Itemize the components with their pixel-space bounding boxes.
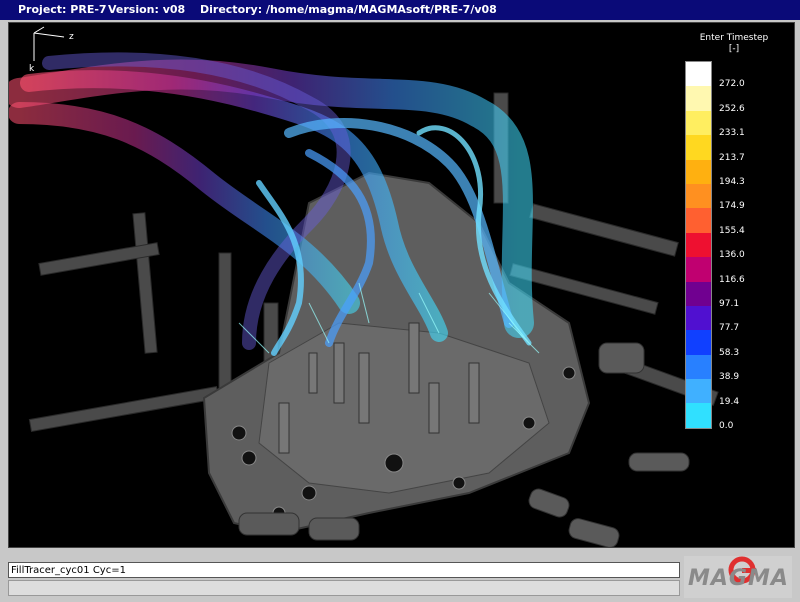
legend-swatch xyxy=(686,62,711,87)
legend-swatch xyxy=(686,208,711,233)
legend-tick-label: 58.3 xyxy=(719,347,740,358)
legend-tick-label: 194.3 xyxy=(719,177,745,187)
axis-label-y: k xyxy=(29,64,35,73)
legend-swatch xyxy=(686,110,711,136)
legend-tick-label: 272.0 xyxy=(719,79,745,90)
legend-tick-label: 19.4 xyxy=(719,396,740,407)
legend-swatch xyxy=(686,330,711,355)
legend-tick-label: 174.9 xyxy=(719,201,745,212)
legend-swatch xyxy=(686,232,711,258)
color-scale-bar xyxy=(685,61,712,429)
legend-swatch xyxy=(686,257,711,282)
legend-swatch xyxy=(686,135,711,160)
legend-swatch xyxy=(686,86,711,111)
version-label: Version: v08 xyxy=(108,3,186,16)
legend-tick-label: 77.7 xyxy=(719,323,740,334)
legend-title-line1: Enter Timestep xyxy=(699,33,769,43)
legend-title: Enter Timestep [-] xyxy=(684,33,784,55)
legend-tick-label: 136.0 xyxy=(719,250,745,261)
legend-unit: [-] xyxy=(728,44,740,54)
legend-swatch xyxy=(686,159,711,184)
casting-simulation-render xyxy=(9,52,719,547)
legend-swatch xyxy=(686,403,711,428)
command-input[interactable] xyxy=(8,580,680,596)
legend-tick-label: 97.1 xyxy=(719,299,740,309)
legend-tick-label: 233.1 xyxy=(719,128,745,139)
legend-tick-label: 155.4 xyxy=(719,225,745,236)
legend-tick-label: 252.6 xyxy=(719,103,745,114)
axis-label-x: z xyxy=(69,32,74,42)
legend-swatch xyxy=(686,305,711,331)
status-message: FillTracer_cyc01 Cyc=1 xyxy=(8,562,680,578)
magma-logo: MAGMA xyxy=(684,556,792,598)
3d-viewport[interactable]: Enter Timestep [-] 272.0 252.6 233.1 213.7 1… xyxy=(8,22,795,548)
legend-tick-label: 0.0 xyxy=(719,421,734,431)
title-bar: Project: PRE-7 Version: v08 Directory: /… xyxy=(0,0,800,20)
legend-swatch xyxy=(686,354,711,380)
axis-orientation-icon: z k xyxy=(29,26,74,73)
legend-tick-label: 116.6 xyxy=(719,274,745,285)
legend-swatch xyxy=(686,183,711,209)
legend-swatch xyxy=(686,281,711,306)
logo-text: MAGMA xyxy=(688,566,789,591)
legend-swatch xyxy=(686,379,711,404)
legend-tick-label: 213.7 xyxy=(719,152,745,163)
directory-label: Directory: /home/magma/MAGMAsoft/PRE-7/v… xyxy=(200,3,497,16)
project-label: Project: PRE-7 xyxy=(18,3,107,16)
legend-tick-label: 38.9 xyxy=(719,372,740,383)
